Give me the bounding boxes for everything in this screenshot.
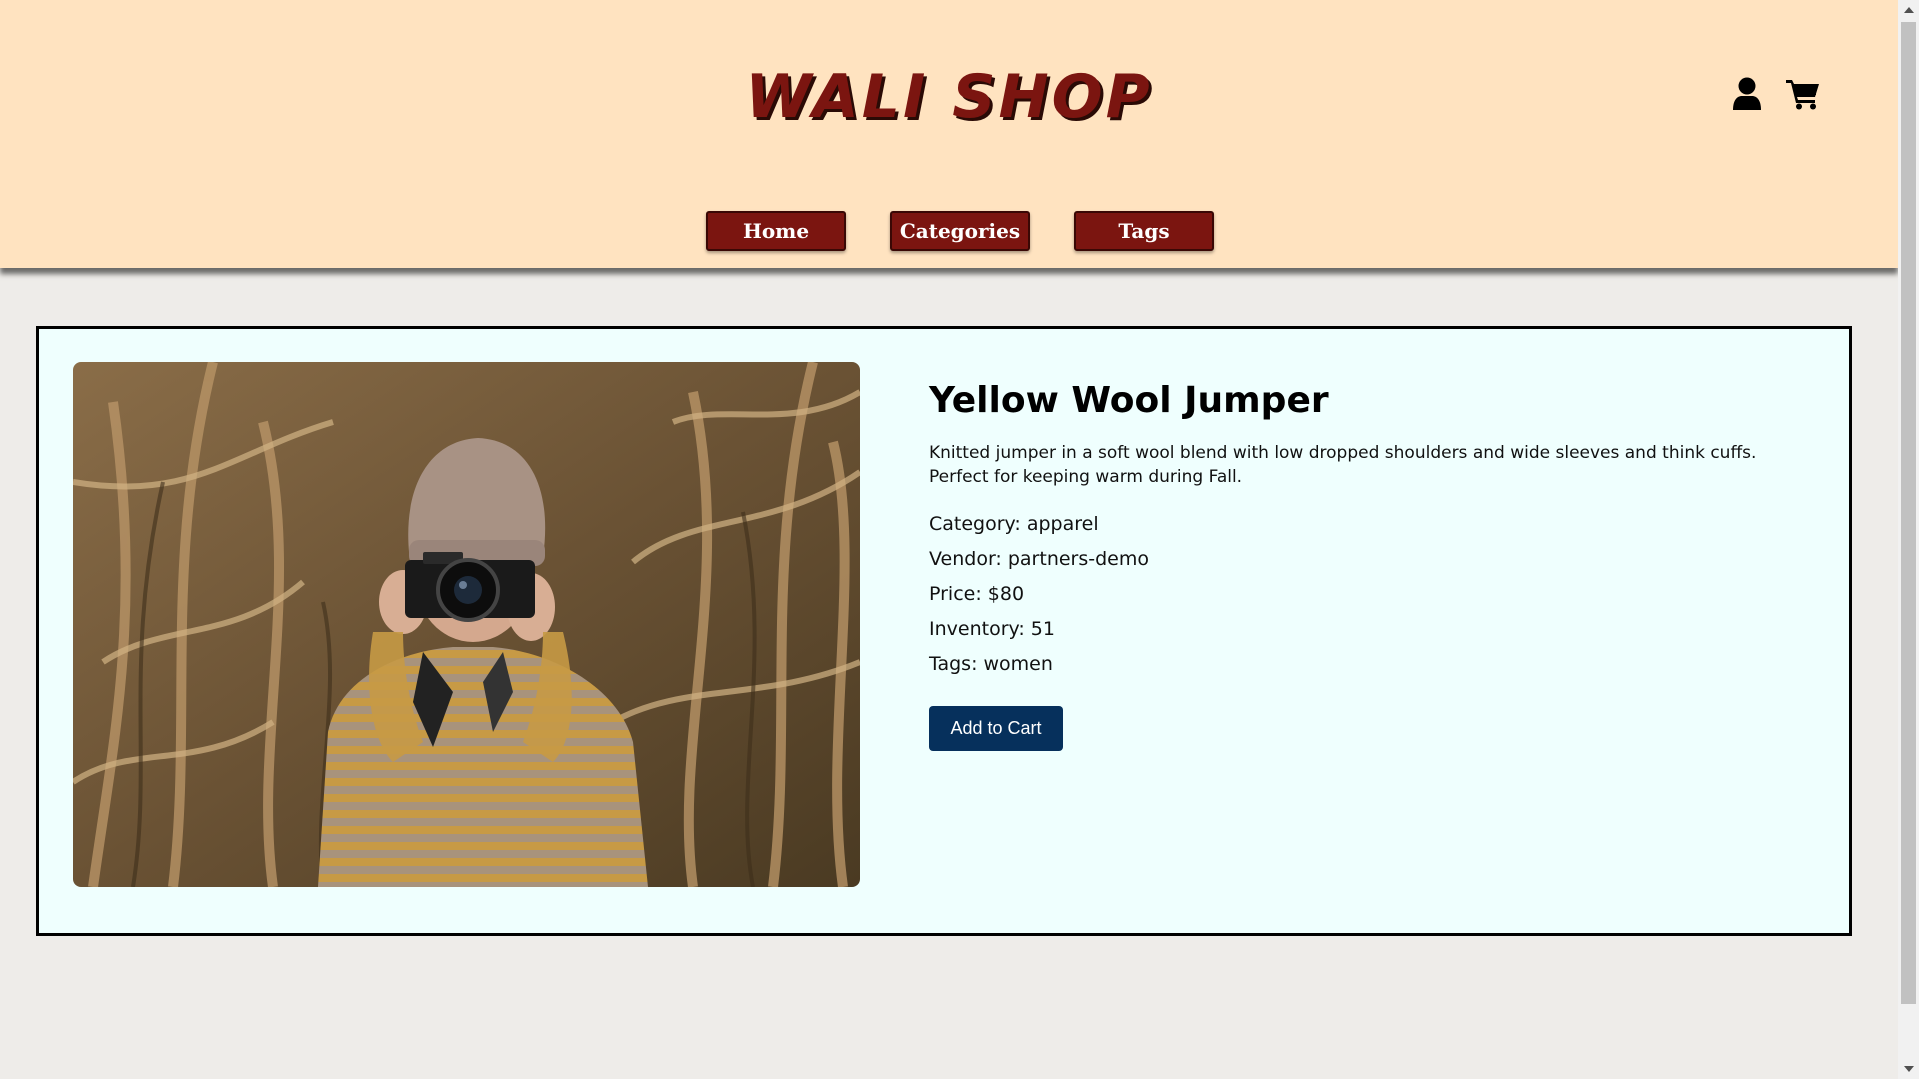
nav-categories-button[interactable]: Categories [890, 211, 1030, 251]
shop-logo[interactable]: WALI SHOP [0, 62, 1898, 132]
scroll-up-icon[interactable] [1898, 0, 1919, 20]
nav-tags-button[interactable]: Tags [1074, 211, 1214, 251]
user-icon[interactable] [1730, 76, 1764, 112]
vertical-scrollbar[interactable] [1898, 0, 1919, 1079]
product-category: Category: apparel [929, 513, 1099, 535]
product-card: Yellow Wool Jumper Knitted jumper in a s… [36, 326, 1852, 936]
product-title: Yellow Wool Jumper [929, 380, 1329, 421]
scroll-down-icon[interactable] [1898, 1059, 1919, 1079]
product-vendor: Vendor: partners-demo [929, 548, 1150, 570]
product-description: Knitted jumper in a soft wool blend with… [929, 443, 1757, 487]
product-price: Price: $80 [929, 583, 1025, 605]
header-actions [1730, 76, 1820, 112]
page: WALI SHOP Home Categories Tags Yellow Wo… [0, 0, 1898, 1079]
product-info: Yellow Wool Jumper Knitted jumper in a s… [929, 379, 1789, 751]
product-inventory: Inventory: 51 [929, 618, 1055, 640]
nav-home-button[interactable]: Home [706, 211, 846, 251]
product-tags: Tags: women [929, 653, 1053, 675]
scrollbar-thumb[interactable] [1901, 22, 1916, 1004]
main-nav: Home Categories Tags [0, 211, 1898, 251]
add-to-cart-button[interactable]: Add to Cart [929, 706, 1063, 751]
product-image [73, 362, 860, 887]
cart-icon[interactable] [1786, 76, 1820, 112]
site-header: WALI SHOP Home Categories Tags [0, 0, 1898, 268]
